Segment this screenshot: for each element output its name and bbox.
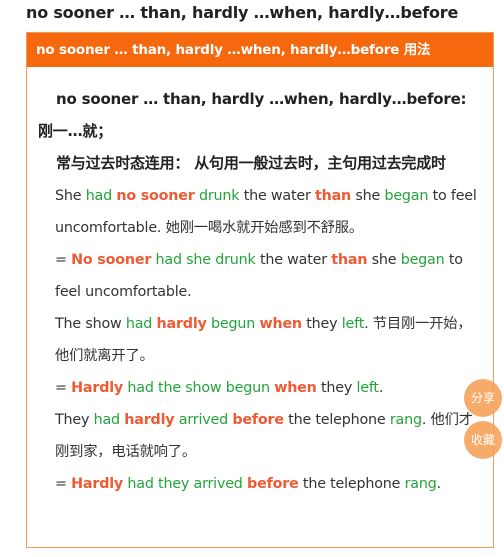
meaning-text: no sooner … than, hardly …when, hardly…b…	[38, 90, 467, 140]
example-sentence: = Hardly had they arrived before the tel…	[55, 476, 441, 492]
favorite-button[interactable]: 收藏	[464, 421, 502, 459]
example-sentence: They had hardly arrived before the telep…	[55, 412, 473, 460]
example-sentence: = Hardly had the show begun when they le…	[55, 380, 384, 396]
example-sentence: She had no sooner drunk the water than s…	[55, 188, 477, 236]
card-header: no sooner … than, hardly …when, hardly…b…	[27, 33, 493, 67]
example-sentence: = No sooner had she drunk the water than…	[55, 252, 463, 300]
usage-card: no sooner … than, hardly …when, hardly…b…	[26, 32, 494, 548]
example-sentence: The show had hardly begun when they left…	[55, 316, 472, 364]
share-button[interactable]: 分享	[464, 379, 502, 417]
tense-rule-text: 常与过去时态连用： 从句用一般过去时，主句用过去完成时	[56, 154, 446, 172]
card-content: no sooner … than, hardly …when, hardly…b…	[27, 67, 493, 500]
page-title: no sooner … than, hardly …when, hardly…b…	[26, 3, 459, 22]
